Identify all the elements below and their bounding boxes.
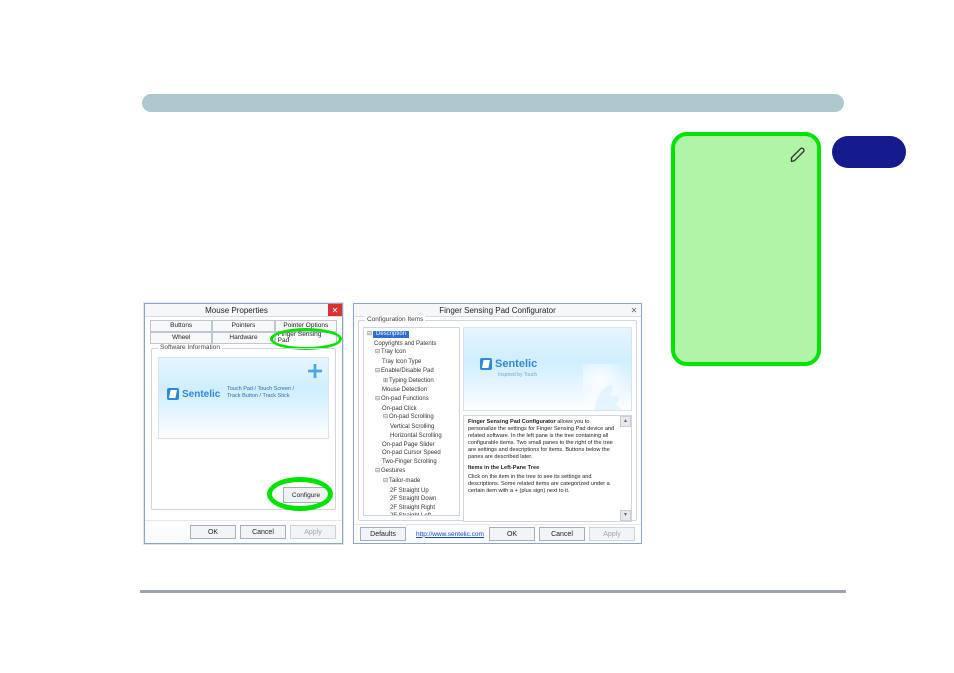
logo-word: Sentelic <box>182 389 220 400</box>
tab-pointers[interactable]: Pointers <box>212 320 274 332</box>
dialog-titlebar: Mouse Properties ✕ <box>145 304 342 317</box>
tree-item[interactable]: ⊟Enable/Disable Pad ⊞Typing Detection Mo… <box>374 368 459 396</box>
software-information-group: Software Information Sentelic Touch Pad … <box>151 348 336 510</box>
tree-item[interactable]: On-pad Click <box>382 405 459 414</box>
sentelic-logo: Sentelic <box>480 358 537 370</box>
tree-item[interactable]: Vertical Scrolling <box>390 424 459 433</box>
header-bar <box>142 94 844 112</box>
close-icon[interactable]: ✕ <box>627 304 641 316</box>
group-legend: Software Information <box>158 344 222 351</box>
ok-button[interactable]: OK <box>489 527 535 541</box>
logo-word: Sentelic <box>495 358 537 370</box>
configuration-tree[interactable]: ⊟Description Copyrights and Patents ⊟Tra… <box>363 327 460 516</box>
close-icon[interactable]: ✕ <box>328 304 342 316</box>
logo-tagline: Inspired by Touch <box>498 372 537 378</box>
tree-item[interactable]: ⊟On-pad Functions On-pad Click ⊟On-pad S… <box>374 395 459 467</box>
tab-finger-sensing-pad[interactable]: Finger Sensing Pad <box>275 332 337 344</box>
logo-mark-icon <box>167 388 179 400</box>
desc-title: Finger Sensing Pad Configurator <box>468 419 556 425</box>
banner-subtitles: Touch Pad / Touch Screen / Track Button … <box>227 386 294 400</box>
pen-icon <box>789 144 809 164</box>
tree-root-description[interactable]: ⊟Description Copyrights and Patents ⊟Tra… <box>366 330 459 516</box>
banner-subtitle-line-2: Track Button / Track Stick <box>227 393 294 400</box>
tab-wheel[interactable]: Wheel <box>150 332 212 344</box>
tree-item[interactable]: ⊟Tailor-made 2F Straight Up 2F Straight … <box>382 477 459 516</box>
tree-item[interactable]: On-pad Cursor Speed <box>382 450 459 459</box>
tree-item[interactable]: Two-Finger Scrolling <box>382 458 459 467</box>
tab-hardware[interactable]: Hardware <box>212 332 274 344</box>
logo-mark-icon <box>480 358 492 370</box>
defaults-button[interactable]: Defaults <box>360 527 406 541</box>
scroll-up-icon[interactable]: ▴ <box>620 416 631 427</box>
plus-icon <box>308 364 322 378</box>
tree-item[interactable]: Mouse Detection <box>382 386 459 395</box>
fsp-configurator-dialog: Finger Sensing Pad Configurator ✕ Config… <box>353 303 642 544</box>
tree-item[interactable]: 2F Straight Up <box>390 487 459 496</box>
description-pane: ▴ Finger Sensing Pad Configurator allows… <box>463 415 632 522</box>
banner-subtitle-line-1: Touch Pad / Touch Screen / <box>227 386 294 393</box>
brand-banner: Sentelic Inspired by Touch <box>463 327 632 411</box>
tree-item[interactable]: Copyrights and Patents <box>374 340 459 349</box>
tree-item[interactable]: 2F Straight Left <box>390 513 459 517</box>
apply-button: Apply <box>589 527 635 541</box>
dialog-title: Mouse Properties <box>145 306 328 315</box>
sentelic-link[interactable]: http://www.sentelic.com <box>416 531 484 538</box>
page-number <box>832 136 906 168</box>
tree-item[interactable]: ⊟Gestures ⊟Tailor-made 2F Straight Up 2F… <box>374 467 459 516</box>
tree-item[interactable]: 2F Straight Right <box>390 504 459 513</box>
scroll-down-icon[interactable]: ▾ <box>620 510 631 521</box>
tree-item[interactable]: Horizontal Scrolling <box>390 432 459 441</box>
tree-item[interactable]: ⊞Typing Detection <box>382 378 459 387</box>
dialog-title: Finger Sensing Pad Configurator <box>439 306 556 315</box>
group-legend: Configuration Items <box>365 316 425 323</box>
configure-button[interactable]: Configure <box>283 487 329 503</box>
apply-button: Apply <box>290 525 336 539</box>
tree-item[interactable]: Tray Icon Type <box>382 359 459 368</box>
tree-item[interactable]: 2F Straight Down <box>390 496 459 505</box>
tree-item[interactable]: ⊟Tray Icon Tray Icon Type <box>374 349 459 368</box>
tree-item[interactable]: On-pad Page Slider <box>382 441 459 450</box>
brand-banner: Sentelic Touch Pad / Touch Screen / Trac… <box>158 357 329 439</box>
dialog-footer: OK Cancel Apply <box>145 520 342 543</box>
desc-h2: Items in the Left-Pane Tree <box>468 465 539 471</box>
dialog-footer: Defaults http://www.sentelic.com OK Canc… <box>354 524 641 543</box>
cancel-button[interactable]: Cancel <box>240 525 286 539</box>
note-box <box>671 132 821 366</box>
tree-item[interactable]: ⊟On-pad Scrolling Vertical Scrolling Hor… <box>382 414 459 442</box>
configuration-items-group: Configuration Items ⊟Description Copyrig… <box>358 320 637 521</box>
ok-button[interactable]: OK <box>190 525 236 539</box>
tab-buttons[interactable]: Buttons <box>150 320 212 332</box>
hand-icon <box>583 364 629 410</box>
cancel-button[interactable]: Cancel <box>539 527 585 541</box>
desc-p1: allows you to personalize the settings f… <box>468 419 614 460</box>
mouse-properties-dialog: Mouse Properties ✕ Buttons Pointers Poin… <box>144 303 343 544</box>
bottom-rule <box>140 590 846 593</box>
dialog-tabs: Buttons Pointers Pointer Options Wheel H… <box>150 320 337 344</box>
fsp-right-pane: Sentelic Inspired by Touch ▴ Finger Sens… <box>463 327 632 516</box>
sentelic-logo: Sentelic <box>167 388 220 400</box>
desc-p2: Click on the item in the tree to see its… <box>468 474 610 494</box>
